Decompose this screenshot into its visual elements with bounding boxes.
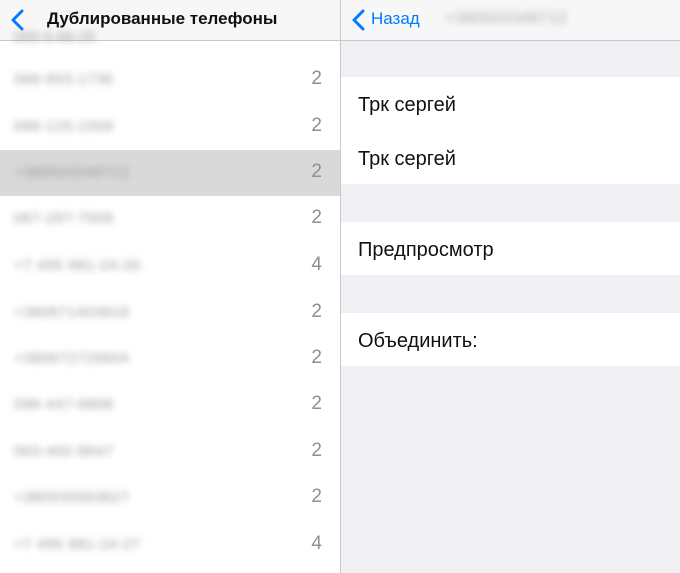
phone-row[interactable]: +380503348712 2 [0, 150, 322, 196]
phone-number: +380503348712 [14, 164, 130, 181]
phone-row[interactable]: 063-492-8647 2 [0, 429, 340, 475]
contact-name[interactable]: Трк сергей [358, 148, 456, 171]
duplicate-count: 2 [311, 68, 322, 89]
phone-row[interactable]: +7 495 981-24-27 4 [0, 522, 340, 568]
duplicate-count: 2 [311, 347, 322, 368]
phone-number: 067-297-7509 [14, 210, 114, 227]
phone-row[interactable]: 096-125-1509 2 [0, 104, 340, 150]
merge-detail-panel: Назад +380503348712 Трк сергей Трк серге… [341, 0, 680, 573]
phone-number: +380935563827 [14, 489, 130, 506]
duplicate-phones-panel: Дублированные телефоны 050-5-66-25 066-9… [0, 0, 340, 573]
phone-number: 096-447-6808 [14, 396, 114, 413]
merge-label: Объединить: [358, 330, 478, 352]
duplicate-phones-list: 050-5-66-25 066-903-1736 2 096-125-1509 2 +3… [0, 29, 340, 573]
phone-row[interactable]: 096-447-6808 2 [0, 382, 340, 428]
duplicate-count: 2 [311, 207, 322, 228]
phone-row[interactable]: +380671403916 2 [0, 290, 340, 336]
merge-button[interactable]: Объединить: [341, 313, 680, 366]
duplicate-count: 4 [311, 533, 322, 554]
page-title: Дублированные телефоны [47, 9, 278, 28]
duplicate-count: 2 [311, 393, 322, 414]
phone-row[interactable]: +7 495 981-24-26 4 [0, 243, 340, 289]
phone-number: +7 495 981-24-26 [14, 257, 141, 274]
phone-number: 066-903-1736 [14, 71, 114, 88]
partially-hidden-phone: 050-5-66-25 [14, 29, 96, 46]
right-navigation-bar: Назад +380503348712 [341, 0, 680, 41]
preview-label: Предпросмотр [358, 239, 494, 261]
duplicate-count: 2 [311, 440, 322, 461]
duplicate-count: 2 [311, 115, 322, 136]
phone-row[interactable]: +380935563827 2 [0, 475, 340, 521]
phone-number: 063-492-8647 [14, 443, 114, 460]
chevron-left-icon[interactable] [351, 9, 365, 31]
contact-name[interactable]: Трк сергей [358, 94, 456, 117]
duplicate-count: 4 [311, 254, 322, 275]
duplicate-count: 2 [311, 486, 322, 507]
phone-number: +380671403916 [14, 304, 130, 321]
phone-row[interactable]: 067-297-7509 2 [0, 196, 340, 242]
phone-number: +380672729604 [14, 350, 130, 367]
phone-row[interactable]: +380672729604 2 [0, 336, 340, 382]
contacts-section: Трк сергей Трк сергей [341, 77, 680, 184]
chevron-left-icon[interactable] [10, 9, 24, 31]
duplicate-count: 2 [311, 161, 322, 182]
phone-number: +7 495 981-24-27 [14, 536, 141, 553]
preview-button[interactable]: Предпросмотр [341, 222, 680, 275]
back-button[interactable]: Назад [371, 9, 420, 29]
blurred-phone-title: +380503348712 [445, 10, 568, 27]
phone-number: 096-125-1509 [14, 118, 114, 135]
duplicate-count: 2 [311, 301, 322, 322]
selected-row-highlight [222, 150, 340, 196]
phone-row[interactable]: 066-903-1736 2 [0, 57, 340, 103]
